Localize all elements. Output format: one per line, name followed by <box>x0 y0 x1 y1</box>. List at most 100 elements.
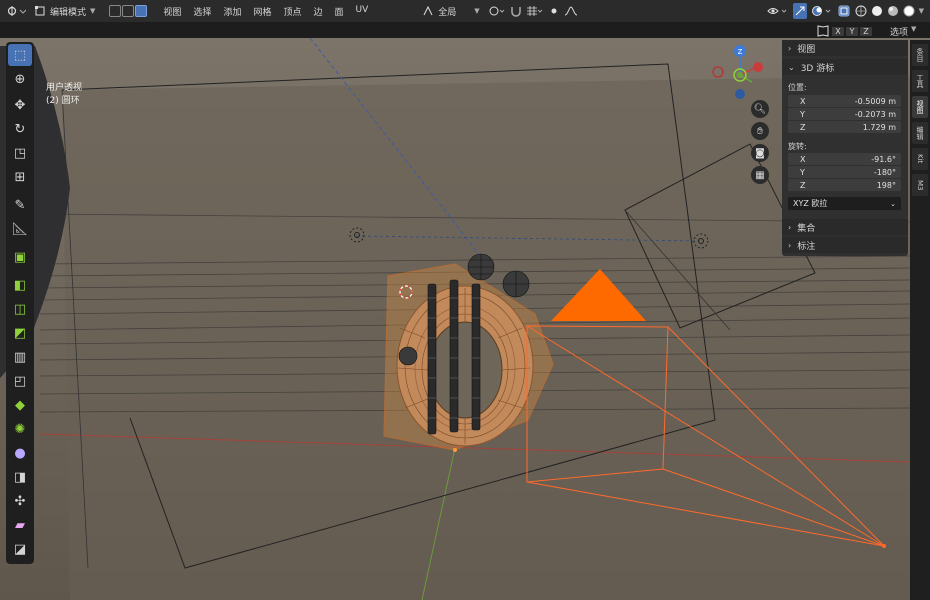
menu-edge[interactable]: 边 <box>313 5 322 18</box>
menu-add[interactable]: 添加 <box>223 5 241 18</box>
snap-target-button[interactable] <box>526 3 544 19</box>
pivot-point-button[interactable] <box>488 3 506 19</box>
section-annotation[interactable]: › 标注 <box>782 237 908 253</box>
vertex-select-button[interactable] <box>109 5 122 17</box>
tab-m3[interactable]: M3 <box>912 174 928 196</box>
tab-kit[interactable]: Kit <box>912 148 928 170</box>
knife-tool[interactable]: ◰ <box>8 370 32 392</box>
hand-icon: ✋︎ <box>757 125 763 137</box>
bevel-icon: ◩ <box>13 325 27 341</box>
menu-uv[interactable]: UV <box>356 5 369 18</box>
editor-type-icon <box>7 6 26 16</box>
butterfly-mirror-icon <box>817 25 829 37</box>
mode-dropdown[interactable]: 编辑模式 ▼ <box>30 3 100 19</box>
poly-build-tool[interactable]: ◆ <box>8 394 32 416</box>
add-cube-tool[interactable]: ▣ <box>8 246 32 268</box>
camera-view-button[interactable]: ◙ <box>751 144 769 162</box>
chevron-right-icon: › <box>788 222 792 232</box>
scale-icon: ◳ <box>13 145 27 161</box>
editor-type-button[interactable] <box>6 3 26 19</box>
transform-orientation-dropdown[interactable]: 全局 ▼ <box>418 3 484 19</box>
edge-slide-tool[interactable]: ◨ <box>8 466 32 488</box>
shear-tool[interactable]: ▰ <box>8 514 32 536</box>
gizmo-toggle-button[interactable] <box>792 3 807 19</box>
transform-icon: ⊞ <box>14 169 26 185</box>
mirror-y-button[interactable]: Y <box>846 26 858 36</box>
shear-icon: ▰ <box>15 517 25 533</box>
mode-label: 编辑模式 <box>50 7 87 18</box>
options-dropdown[interactable]: 选项 ▼ <box>890 25 916 38</box>
tool-header: X Y Z 选项 ▼ <box>0 22 930 59</box>
section-3d-cursor[interactable]: ⌄ 3D 游标 <box>782 59 908 75</box>
tab-tool[interactable]: 工具 <box>912 70 928 92</box>
bevel-tool[interactable]: ◩ <box>8 322 32 344</box>
extrude-tool[interactable]: ◧ <box>8 274 32 296</box>
section-collection-label: 集合 <box>797 223 816 234</box>
scale-tool[interactable]: ◳ <box>8 142 32 164</box>
rotation-y-field[interactable]: Y -180° <box>788 166 901 178</box>
move-tool[interactable]: ✥ <box>8 94 32 116</box>
spin-icon: ✺ <box>14 421 26 437</box>
shading-wireframe-button[interactable] <box>855 3 867 19</box>
menu-select[interactable]: 选择 <box>193 5 211 18</box>
overlay-toggle-button[interactable] <box>811 3 833 19</box>
location-z-field[interactable]: Z 1.729 m <box>788 121 901 133</box>
xray-toggle-button[interactable] <box>837 3 851 19</box>
rotation-z-field[interactable]: Z 198° <box>788 179 901 191</box>
smooth-tool[interactable]: ● <box>8 442 32 464</box>
proportional-edit-button[interactable] <box>548 3 560 19</box>
visibility-button[interactable] <box>766 3 789 19</box>
mirror-x-button[interactable]: X <box>832 26 844 36</box>
location-y-field[interactable]: Y -0.2073 m <box>788 108 901 120</box>
menu-mesh[interactable]: 网格 <box>253 5 271 18</box>
pan-button[interactable]: ✋︎ <box>751 122 769 140</box>
orientation-global-icon <box>423 5 433 16</box>
shading-solid-button[interactable] <box>871 3 883 19</box>
tab-view[interactable]: 视图 <box>912 96 928 118</box>
menu-vertex[interactable]: 顶点 <box>283 5 301 18</box>
shading-options-button[interactable]: ▼ <box>919 3 924 19</box>
shading-rendered-button[interactable] <box>903 3 915 19</box>
snap-magnet-icon <box>510 7 521 17</box>
rip-tool[interactable]: ◪ <box>8 538 32 560</box>
eye-icon <box>766 8 786 14</box>
view-name-label: 用户透视 <box>46 83 83 93</box>
inset-icon: ◫ <box>13 301 27 317</box>
proportional-edit-icon <box>551 8 557 14</box>
mirror-z-button[interactable]: Z <box>860 26 872 36</box>
location-x-field[interactable]: X -0.5009 m <box>788 95 901 107</box>
object-name-label: (2) 圆环 <box>46 96 80 106</box>
section-collection[interactable]: › 集合 <box>782 219 908 235</box>
inset-tool[interactable]: ◫ <box>8 298 32 320</box>
edge-select-button[interactable] <box>122 5 135 17</box>
rotation-mode-dropdown[interactable]: XYZ 欧拉 ⌄ <box>788 197 901 210</box>
falloff-curve-icon <box>564 6 577 16</box>
svg-text:Z: Z <box>738 48 743 56</box>
snap-toggle-button[interactable] <box>510 3 522 19</box>
tab-edit[interactable]: 编辑 <box>912 122 928 144</box>
section-view[interactable]: › 视图 <box>782 40 908 56</box>
select-box-tool[interactable]: ⬚ <box>8 44 32 66</box>
ortho-toggle-button[interactable]: ▦ <box>751 166 769 184</box>
magnifier-icon: 🔍︎ <box>753 103 767 115</box>
tab-item[interactable]: 条目 <box>912 44 928 66</box>
measure-tool[interactable]: 📐︎ <box>8 218 32 240</box>
shrink-fatten-tool[interactable]: ✣ <box>8 490 32 512</box>
annotate-tool[interactable]: ✎ <box>8 194 32 216</box>
falloff-button[interactable] <box>564 3 578 19</box>
loop-cut-tool[interactable]: ▥ <box>8 346 32 368</box>
shading-material-button[interactable] <box>887 3 899 19</box>
spin-tool[interactable]: ✺ <box>8 418 32 440</box>
transform-tool[interactable]: ⊞ <box>8 166 32 188</box>
snap-grid-icon <box>526 6 543 16</box>
zoom-button[interactable]: 🔍︎ <box>751 100 769 118</box>
cursor-tool[interactable]: ⊕ <box>8 68 32 90</box>
rotate-tool[interactable]: ↻ <box>8 118 32 140</box>
menu-face[interactable]: 面 <box>335 5 344 18</box>
menu-view[interactable]: 视图 <box>163 5 181 18</box>
extrude-icon: ◧ <box>13 277 27 293</box>
rotation-x-field[interactable]: X -91.6° <box>788 153 901 165</box>
location-x-axis: X <box>800 96 806 106</box>
face-select-button[interactable] <box>135 5 148 17</box>
move-icon: ✥ <box>14 97 26 113</box>
